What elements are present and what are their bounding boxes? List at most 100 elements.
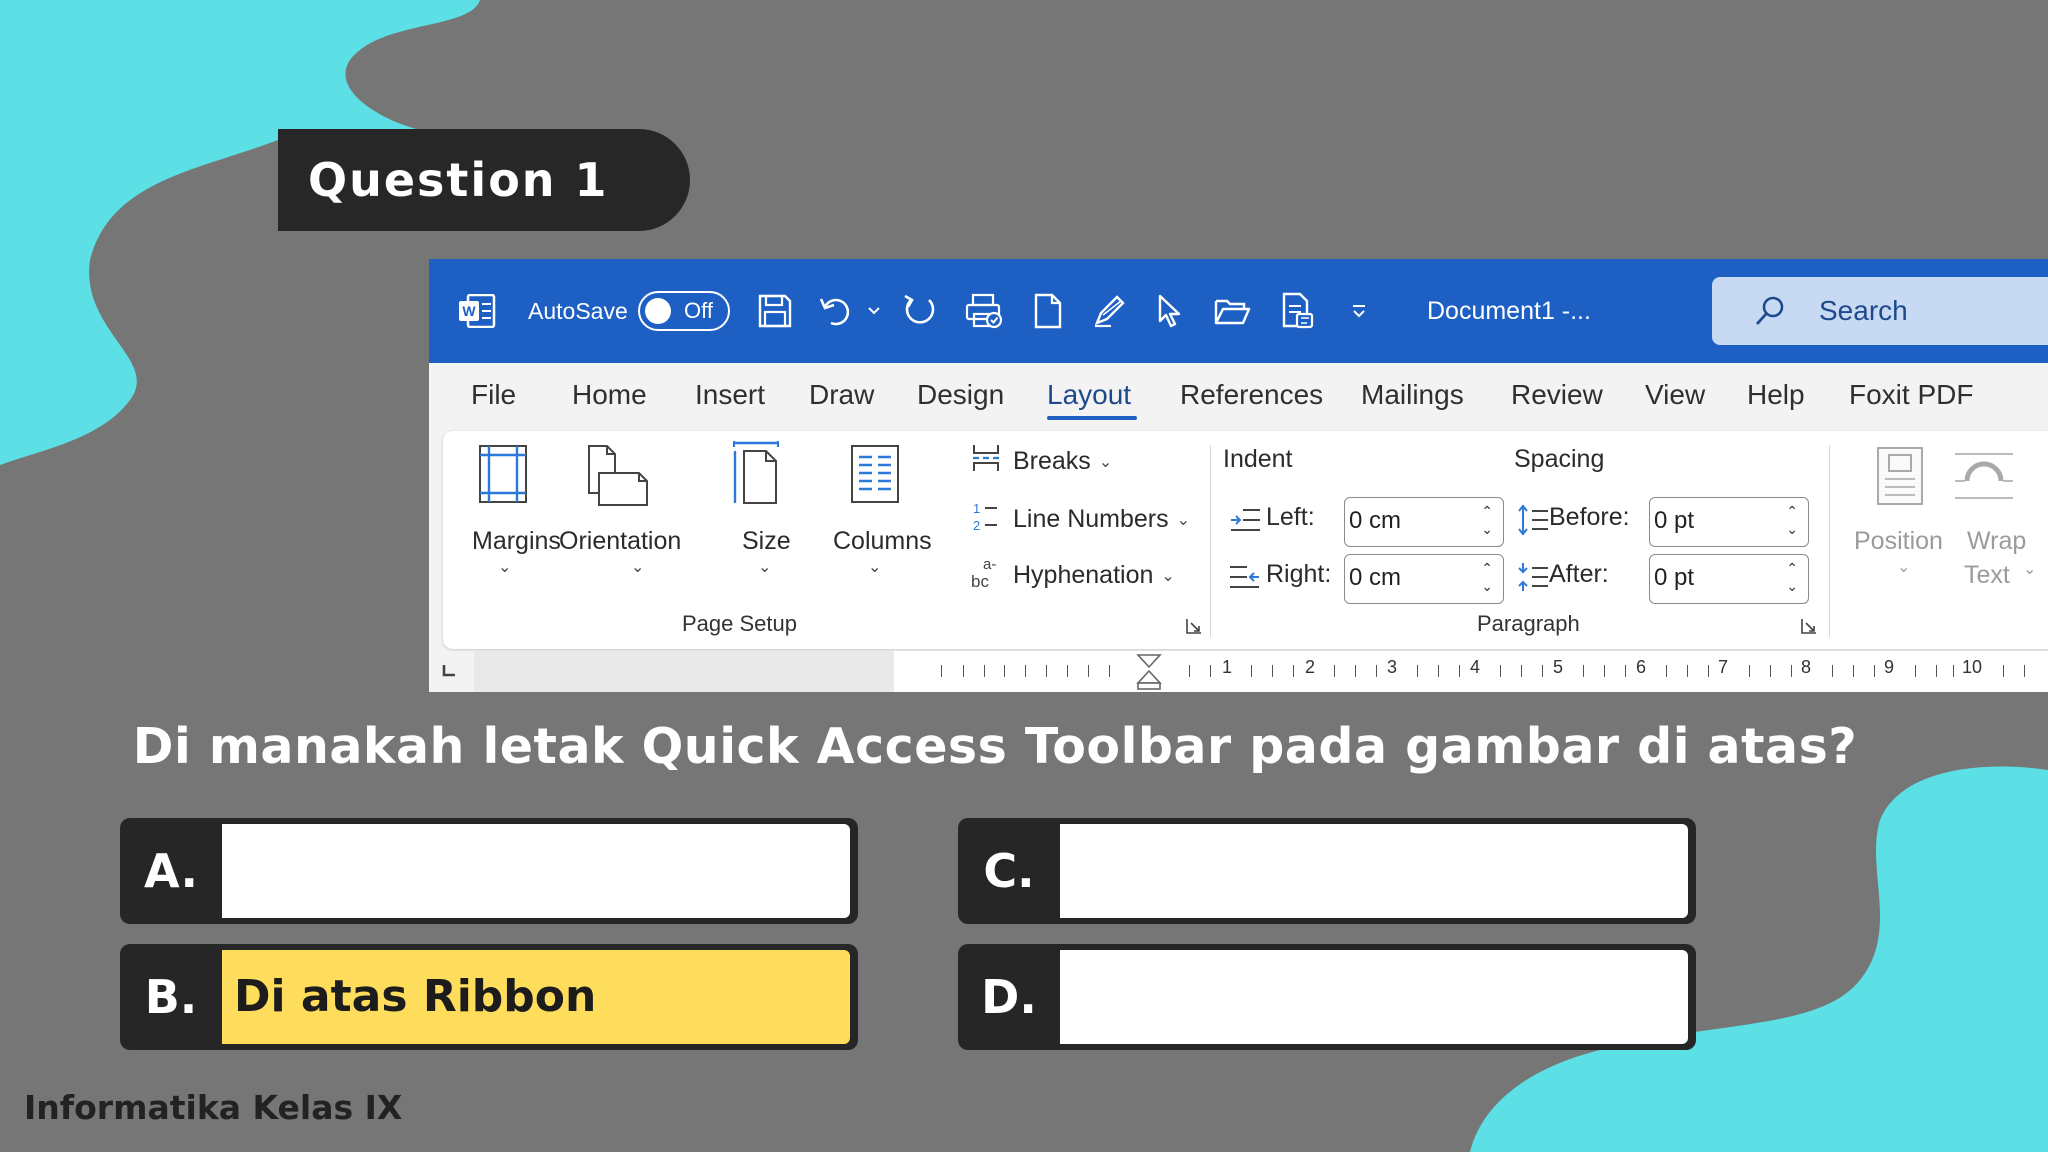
ruler-number: 10: [1962, 657, 1983, 677]
orientation-chevron-icon: ⌄: [631, 559, 645, 576]
tab-foxit-pdf[interactable]: Foxit PDF: [1849, 379, 1973, 411]
tab-design[interactable]: Design: [917, 379, 1004, 411]
title-bar: W AutoSave Off Document1 -... Search: [429, 259, 2048, 363]
option-a[interactable]: A.: [120, 818, 858, 924]
spin-up-icon[interactable]: ⌃: [1786, 561, 1798, 575]
ruler-number: 2: [1305, 657, 1316, 677]
spin-down-icon[interactable]: ⌄: [1786, 522, 1798, 536]
spin-up-icon[interactable]: ⌃: [1481, 561, 1493, 575]
redo-icon[interactable]: [901, 259, 939, 363]
size-icon: [730, 441, 784, 511]
indent-marker-icon[interactable]: [1136, 653, 1162, 692]
tab-layout[interactable]: Layout: [1047, 379, 1131, 411]
ruler-tick: [1004, 665, 1005, 677]
word-logo-icon: W: [458, 259, 496, 363]
paragraph-group-label: Paragraph: [1477, 611, 1580, 636]
hyphenation-chevron-icon: ⌄: [1161, 567, 1175, 585]
open-folder-icon[interactable]: [1213, 259, 1251, 363]
ruler-tick: [1625, 665, 1626, 677]
option-letter: C.: [983, 844, 1035, 898]
size-button[interactable]: [730, 439, 784, 512]
breaks-label: Breaks: [1013, 447, 1091, 475]
paragraph-launcher-icon[interactable]: [1800, 617, 1818, 640]
save-icon[interactable]: [757, 259, 793, 363]
undo-dropdown-icon[interactable]: [867, 259, 881, 363]
orientation-icon: [585, 445, 651, 513]
columns-label: Columns: [833, 527, 932, 555]
indent-right-icon: [1229, 564, 1261, 595]
breaks-icon: [971, 443, 1001, 480]
spacing-after-input[interactable]: 0 pt ⌃ ⌄: [1649, 554, 1809, 604]
indent-header: Indent: [1223, 445, 1293, 473]
svg-text:bc: bc: [971, 572, 989, 589]
svg-text:a-: a-: [983, 556, 996, 573]
line-numbers-chevron-icon: ⌄: [1176, 511, 1191, 529]
tab-selector-icon[interactable]: [441, 663, 457, 684]
tab-insert[interactable]: Insert: [695, 379, 765, 411]
spin-up-icon[interactable]: ⌃: [1481, 504, 1493, 518]
spin-up-icon[interactable]: ⌃: [1786, 504, 1798, 518]
spin-down-icon[interactable]: ⌄: [1786, 579, 1798, 593]
spin-down-icon[interactable]: ⌄: [1481, 579, 1493, 593]
undo-icon[interactable]: [819, 259, 855, 363]
ruler-tick: [963, 665, 964, 677]
tab-draw[interactable]: Draw: [809, 379, 874, 411]
option-letter: D.: [981, 970, 1037, 1024]
question-title-tag: Question 1: [278, 129, 690, 231]
indent-left-input[interactable]: 0 cm ⌃ ⌄: [1344, 497, 1504, 547]
position-button[interactable]: [1875, 445, 1925, 512]
autosave-state: Off: [684, 298, 713, 323]
page-setup-launcher-icon[interactable]: [1185, 617, 1203, 640]
option-b[interactable]: B. Di atas Ribbon: [120, 944, 858, 1050]
top-left-cyan-blob: [0, 0, 480, 465]
print-preview-icon[interactable]: [964, 259, 1004, 363]
tab-home[interactable]: Home: [572, 379, 647, 411]
indent-left-value: 0 cm: [1349, 507, 1402, 534]
option-d[interactable]: D.: [958, 944, 1696, 1050]
tab-view[interactable]: View: [1645, 379, 1705, 411]
toggle-knob: [645, 298, 671, 324]
ruler-tick: [1915, 665, 1916, 677]
group-separator: [1829, 445, 1830, 637]
spacing-before-icon: [1517, 503, 1549, 542]
line-numbers-label: Line Numbers: [1013, 505, 1169, 533]
spacing-before-label: Before:: [1549, 503, 1630, 531]
line-numbers-button[interactable]: 12 Line Numbers ⌄: [971, 499, 1190, 540]
margins-button[interactable]: [477, 443, 537, 510]
svg-text:W: W: [462, 303, 476, 319]
select-pointer-icon[interactable]: [1155, 259, 1185, 363]
customize-qat-icon[interactable]: [1351, 259, 1367, 363]
ruler-tick: [1708, 665, 1709, 677]
tab-help[interactable]: Help: [1747, 379, 1805, 411]
ruler-tick: [1542, 665, 1543, 677]
margins-chevron-icon: ⌄: [498, 559, 512, 576]
ruler-tick: [1109, 665, 1110, 677]
page-setup-group-label: Page Setup: [682, 611, 797, 636]
draw-pen-icon[interactable]: [1091, 259, 1127, 363]
document-export-icon[interactable]: [1281, 259, 1315, 363]
option-c[interactable]: C.: [958, 818, 1696, 924]
ruler-tick: [1521, 665, 1522, 677]
indent-right-input[interactable]: 0 cm ⌃ ⌄: [1344, 554, 1504, 604]
tab-review[interactable]: Review: [1511, 379, 1603, 411]
option-answer-box: [1060, 950, 1688, 1044]
spacing-before-input[interactable]: 0 pt ⌃ ⌄: [1649, 497, 1809, 547]
autosave-toggle[interactable]: Off: [638, 291, 730, 331]
tab-mailings[interactable]: Mailings: [1361, 379, 1464, 411]
ruler-tick: [1853, 665, 1854, 677]
tab-file[interactable]: File: [471, 379, 516, 411]
hyphenation-button[interactable]: a-bc Hyphenation ⌄: [971, 555, 1175, 596]
new-document-icon[interactable]: [1033, 259, 1063, 363]
ruler-tick: [1583, 665, 1584, 677]
spin-down-icon[interactable]: ⌄: [1481, 522, 1493, 536]
search-box[interactable]: Search: [1712, 277, 2048, 345]
columns-button[interactable]: [849, 443, 901, 510]
tab-references[interactable]: References: [1180, 379, 1323, 411]
orientation-button[interactable]: [585, 443, 651, 514]
breaks-button-row[interactable]: Breaks ⌄: [971, 443, 1112, 480]
ruler-tick: [2024, 665, 2025, 677]
ruler-number: 3: [1387, 657, 1398, 677]
ruler-margin-area: [474, 651, 894, 692]
ribbon-tabs: File Home Insert Draw Design Layout Refe…: [429, 363, 2048, 429]
wrap-text-button[interactable]: [1953, 451, 2015, 506]
